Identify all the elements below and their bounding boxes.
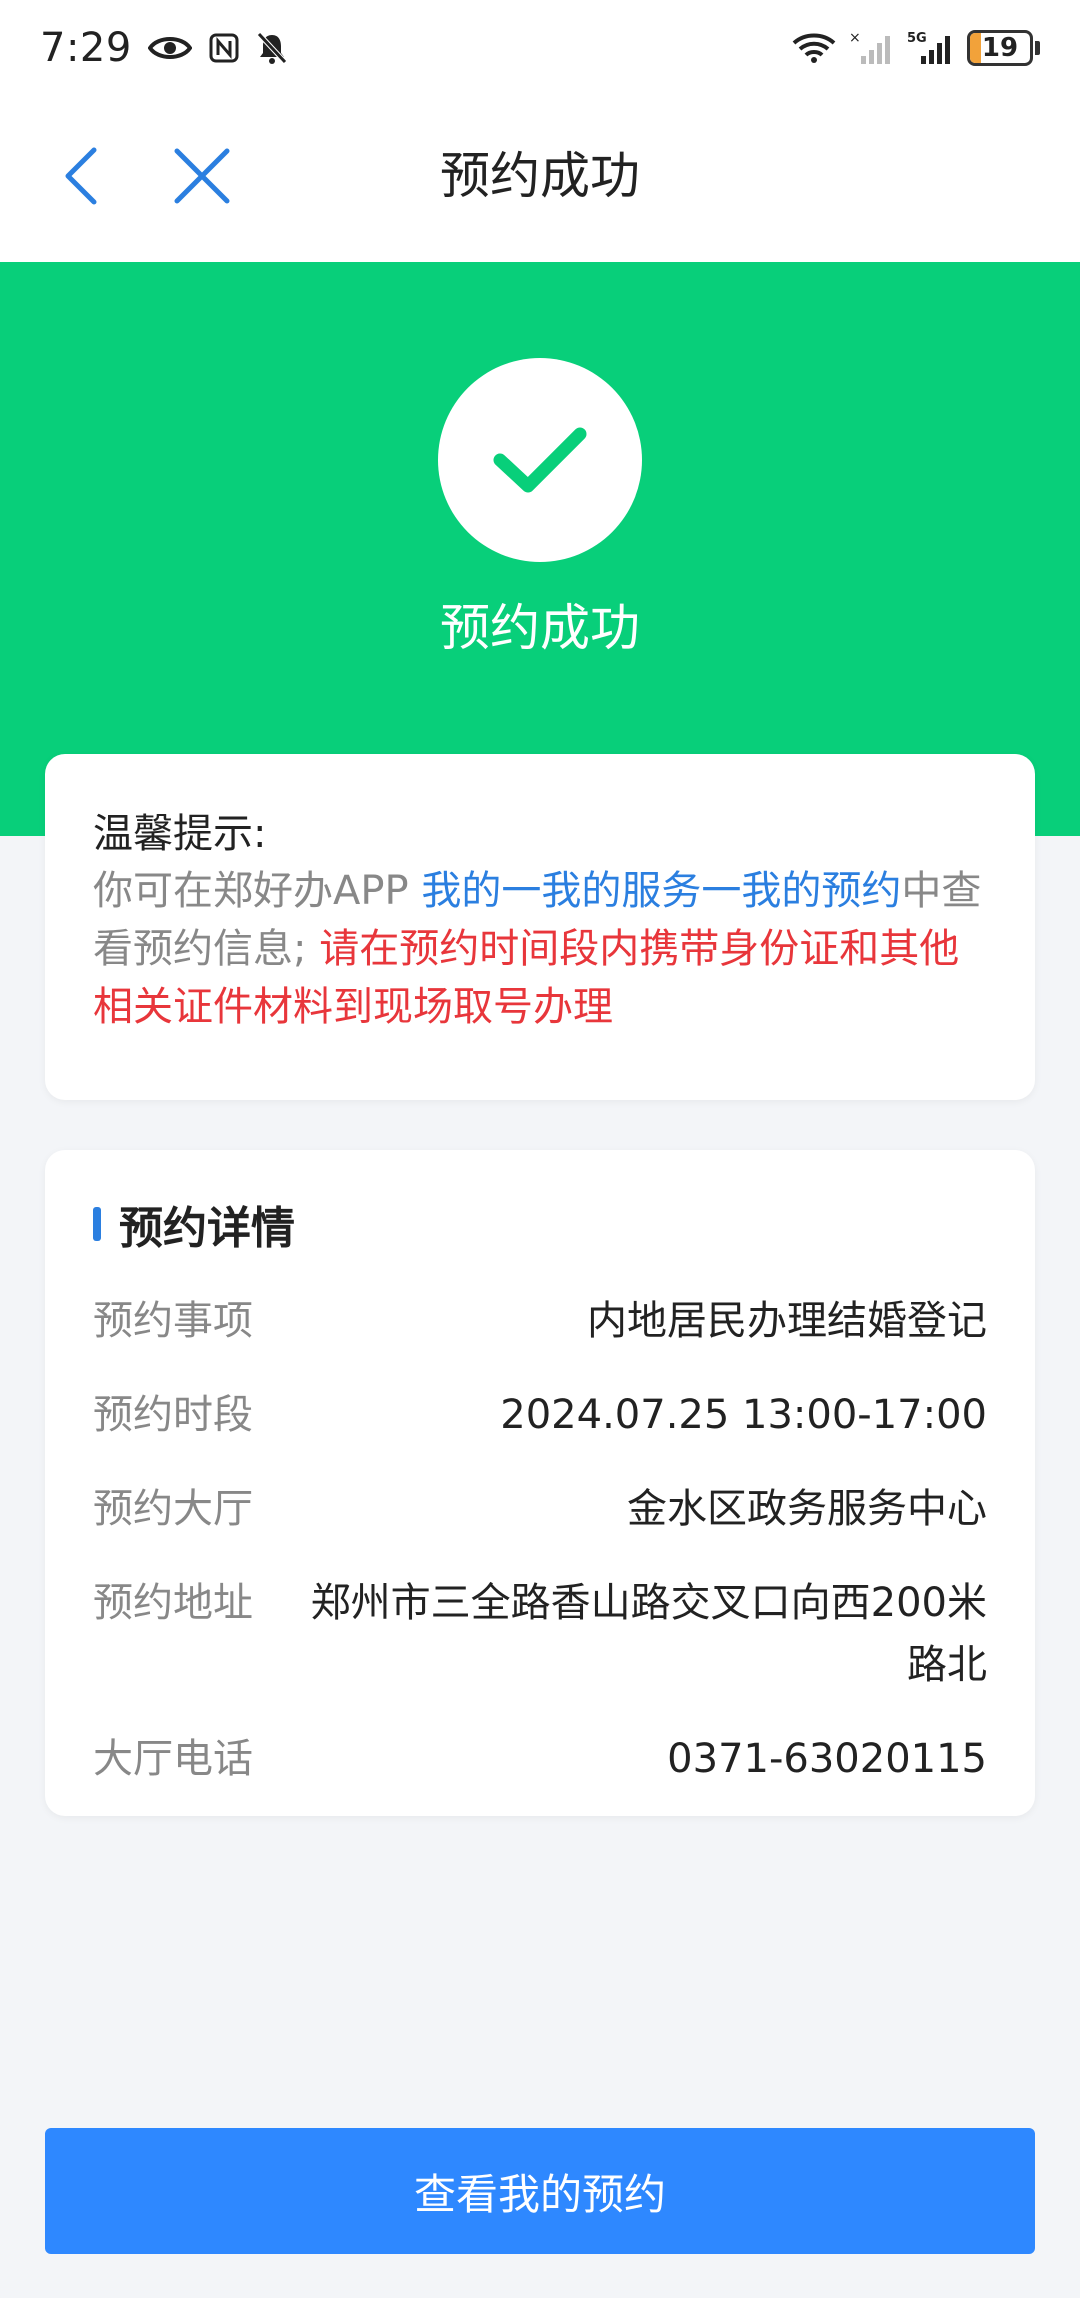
success-banner: 预约成功 xyxy=(0,262,1080,836)
svg-text:×: × xyxy=(849,30,861,46)
view-my-appointments-button[interactable]: 查看我的预约 xyxy=(45,2128,1035,2254)
battery-level: 19 xyxy=(981,33,1019,63)
detail-value: 郑州市三全路香山路交叉口向西200米路北 xyxy=(310,1580,987,1688)
detail-label: 大厅电话 xyxy=(93,1736,253,1782)
detail-row-phone: 大厅电话 0371-63020115 xyxy=(93,1728,987,1790)
signal-5g-icon: 5G xyxy=(907,30,955,66)
status-left: 7:29 xyxy=(40,25,288,71)
detail-title: 预约详情 xyxy=(119,1203,295,1254)
detail-value[interactable]: 0371-63020115 xyxy=(293,1728,987,1790)
battery-tip xyxy=(1035,41,1040,55)
detail-value: 2024.07.25 13:00-17:00 xyxy=(500,1392,987,1438)
nfc-icon xyxy=(208,32,240,64)
status-time: 7:29 xyxy=(40,25,132,71)
detail-card: 预约详情 预约事项 内地居民办理结婚登记 预约时段 2024.07.25 13:… xyxy=(45,1150,1035,1816)
detail-label: 预约时段 xyxy=(93,1392,253,1438)
tips-body: 你可在郑好办APP 我的一我的服务一我的预约中查看预约信息; 请在预约时间段内携… xyxy=(93,862,987,1036)
battery-icon: 19 xyxy=(967,30,1040,66)
wifi-icon xyxy=(791,31,837,65)
section-accent-bar xyxy=(93,1207,101,1241)
network-label: 5G xyxy=(907,31,927,46)
tips-card: 温馨提示: 你可在郑好办APP 我的一我的服务一我的预约中查看预约信息; 请在预… xyxy=(45,754,1035,1100)
detail-row-item: 预约事项 内地居民办理结婚登记 xyxy=(93,1290,987,1352)
my-appointments-link[interactable]: 我的一我的服务一我的预约 xyxy=(421,868,901,914)
bell-muted-icon xyxy=(256,31,288,65)
page-title: 预约成功 xyxy=(440,147,640,205)
success-title: 预约成功 xyxy=(440,599,640,657)
detail-value: 内地居民办理结婚登记 xyxy=(587,1298,987,1344)
detail-header: 预约详情 xyxy=(93,1190,987,1258)
signal-no-sim-icon: × xyxy=(849,30,895,66)
check-icon xyxy=(493,427,587,493)
tips-title: 温馨提示: xyxy=(93,811,267,857)
tips-text-prefix: 你可在郑好办APP xyxy=(93,868,422,914)
battery-fill xyxy=(970,33,982,63)
detail-label: 预约大厅 xyxy=(93,1486,253,1532)
detail-row-address: 预约地址 郑州市三全路香山路交叉口向西200米路北 xyxy=(93,1572,987,1696)
nav-bar: 预约成功 xyxy=(0,96,1080,262)
success-badge xyxy=(438,358,642,562)
status-bar: 7:29 × 5G 19 xyxy=(0,0,1080,96)
detail-value: 金水区政务服务中心 xyxy=(627,1486,987,1532)
detail-label: 预约地址 xyxy=(93,1580,253,1626)
status-right: × 5G 19 xyxy=(791,30,1040,66)
detail-row-time: 预约时段 2024.07.25 13:00-17:00 xyxy=(93,1384,987,1446)
screen: 7:29 × 5G 19 预约成功 预约成功 温馨提示: 你可在郑好办APP 我… xyxy=(0,0,1080,2298)
detail-label: 预约事项 xyxy=(93,1298,253,1344)
battery-body: 19 xyxy=(967,30,1033,66)
detail-row-hall: 预约大厅 金水区政务服务中心 xyxy=(93,1478,987,1540)
eye-icon xyxy=(147,33,192,63)
